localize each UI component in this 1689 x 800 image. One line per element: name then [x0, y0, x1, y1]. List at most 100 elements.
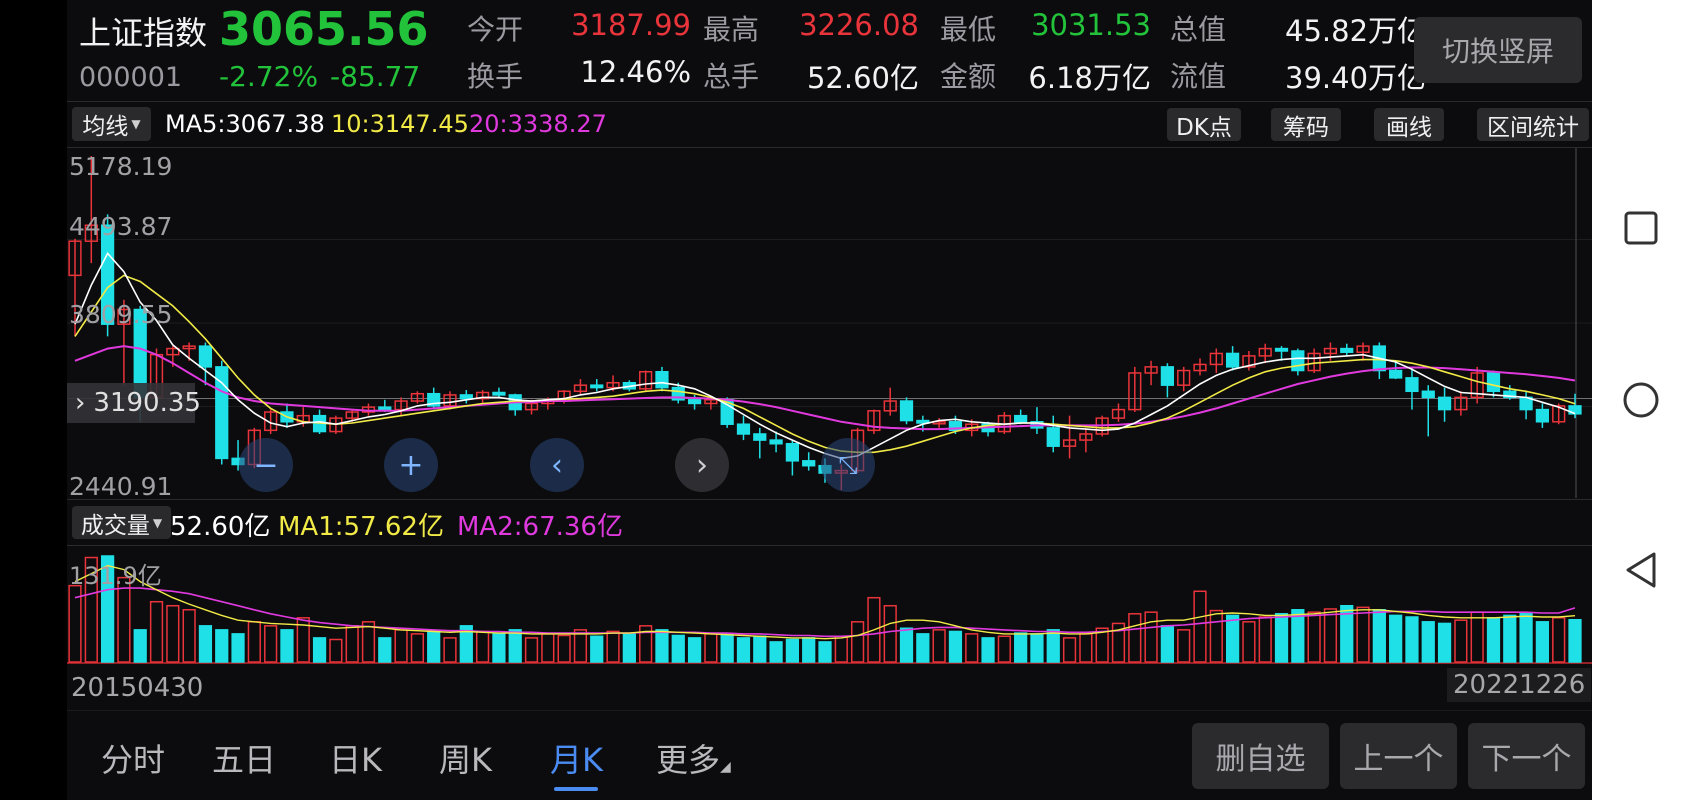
- volume-bar: [1209, 609, 1223, 663]
- volume-bar: [166, 604, 180, 663]
- circle-icon: [1623, 382, 1659, 418]
- ma-selector-label: 均线: [82, 114, 129, 140]
- reset-zoom-button[interactable]: ⤡: [821, 438, 875, 492]
- candle-body: [802, 460, 816, 467]
- volume-bar: [1535, 621, 1550, 663]
- crosshair-price-label[interactable]: › 3190.35: [67, 383, 201, 423]
- volume-bar: [345, 625, 359, 663]
- pan-right-button[interactable]: ›: [675, 438, 729, 492]
- volume-bar: [997, 635, 1011, 663]
- volume-bar: [1503, 614, 1517, 663]
- volume-bar: [508, 629, 522, 663]
- stat-value: 52.60亿: [806, 61, 919, 95]
- volume-bar: [149, 600, 164, 663]
- volume-bar: [981, 637, 995, 663]
- candle-body: [655, 371, 669, 389]
- volume-bar: [655, 629, 669, 663]
- volume-bar: [427, 630, 441, 663]
- back-button[interactable]: [1621, 550, 1661, 590]
- switch-portrait-button[interactable]: 切换竖屏: [1414, 17, 1582, 83]
- tab-weekly-k[interactable]: 周K: [439, 735, 492, 781]
- range-stats-button[interactable]: 区间统计: [1477, 108, 1589, 141]
- volume-bar: [1437, 622, 1452, 663]
- price-axis-label-top: 5178.19: [69, 152, 173, 181]
- stat-value: 45.82万亿: [1285, 14, 1427, 48]
- volume-bar: [231, 633, 245, 663]
- pan-left-button[interactable]: ‹: [530, 438, 584, 492]
- volume-bar: [410, 633, 425, 663]
- volume-ma1: MA1:57.62亿: [278, 512, 444, 542]
- volume-bar: [1323, 608, 1338, 663]
- tab-intraday[interactable]: 分时: [101, 735, 165, 781]
- change-value: -85.77: [330, 60, 421, 93]
- recent-apps-button[interactable]: [1621, 208, 1661, 248]
- candle-body: [1014, 414, 1028, 423]
- ma20-line: [74, 345, 1576, 431]
- volume-bar: [1470, 611, 1484, 663]
- volume-bar: [1372, 609, 1386, 663]
- system-navigation-bar: [1592, 0, 1689, 800]
- candle-body: [1274, 347, 1289, 352]
- volume-bar: [720, 633, 734, 663]
- volume-bar: [965, 633, 979, 663]
- home-button[interactable]: [1621, 380, 1661, 420]
- stat-label: 金额: [940, 60, 997, 93]
- plus-icon: +: [398, 447, 424, 483]
- volume-bar: [606, 630, 620, 663]
- volume-bar: [948, 630, 963, 663]
- ma-selector[interactable]: 均线 ▼: [72, 107, 151, 141]
- dk-point-button[interactable]: DK点: [1167, 108, 1241, 141]
- previous-button[interactable]: 上一个: [1340, 723, 1457, 789]
- volume-bar: [1552, 617, 1566, 663]
- candle-body: [736, 423, 751, 435]
- volume-chart[interactable]: [67, 546, 1592, 664]
- stat-label: 换手: [467, 60, 524, 93]
- volume-bar: [883, 604, 897, 663]
- volume-bar: [769, 641, 783, 663]
- minus-icon: −: [253, 447, 279, 483]
- stat-value: 3226.08: [799, 8, 919, 42]
- start-date: 20150430: [71, 673, 204, 703]
- stat-label: 流值: [1170, 60, 1227, 93]
- volume-bar: [541, 633, 555, 663]
- tab-more[interactable]: 更多◢: [656, 735, 731, 781]
- volume-bar: [1486, 617, 1501, 663]
- active-tab-indicator: [554, 787, 598, 791]
- screen: 上证指数 3065.56 000001 -2.72% -85.77 今开 3187…: [0, 0, 1689, 800]
- volume-bar: [1389, 614, 1403, 663]
- tab-monthly-k[interactable]: 月K: [550, 735, 603, 781]
- volume-bar: [280, 629, 294, 663]
- stock-app: 上证指数 3065.56 000001 -2.72% -85.77 今开 3187…: [67, 0, 1592, 800]
- volume-bar: [182, 609, 196, 663]
- chevron-left-icon: ‹: [551, 447, 563, 483]
- price-axis-label-bottom: 2440.91: [69, 472, 173, 501]
- header-divider: [67, 101, 1592, 102]
- next-button[interactable]: 下一个: [1468, 723, 1585, 789]
- volume-bar: [687, 637, 702, 663]
- volume-bar: [899, 627, 914, 663]
- chips-button[interactable]: 筹码: [1271, 108, 1341, 141]
- tab-five-day[interactable]: 五日: [212, 735, 276, 781]
- stat-label: 今开: [467, 13, 524, 46]
- volume-selector[interactable]: 成交量 ▼: [72, 506, 171, 539]
- volume-bar: [443, 637, 457, 663]
- stat-label: 最高: [703, 13, 760, 46]
- remove-favorite-button[interactable]: 删自选: [1192, 723, 1329, 789]
- volume-bar: [1160, 625, 1175, 663]
- volume-bar: [1356, 606, 1370, 663]
- volume-bar: [1046, 629, 1060, 663]
- zoom-in-button[interactable]: +: [384, 438, 438, 492]
- volume-value: 52.60亿: [170, 512, 271, 542]
- zoom-out-button[interactable]: −: [239, 438, 293, 492]
- volume-bar: [622, 633, 636, 663]
- volume-bar: [736, 637, 751, 663]
- triangle-back-icon: [1626, 552, 1656, 588]
- volume-bar: [1030, 633, 1044, 663]
- volume-bar: [361, 621, 376, 663]
- candle-body: [1340, 347, 1354, 353]
- corner-triangle-icon: ◢: [720, 759, 731, 775]
- tab-daily-k[interactable]: 日K: [329, 735, 382, 781]
- ma10-line: [74, 274, 1576, 454]
- candle-body: [899, 400, 914, 422]
- draw-line-button[interactable]: 画线: [1374, 108, 1444, 141]
